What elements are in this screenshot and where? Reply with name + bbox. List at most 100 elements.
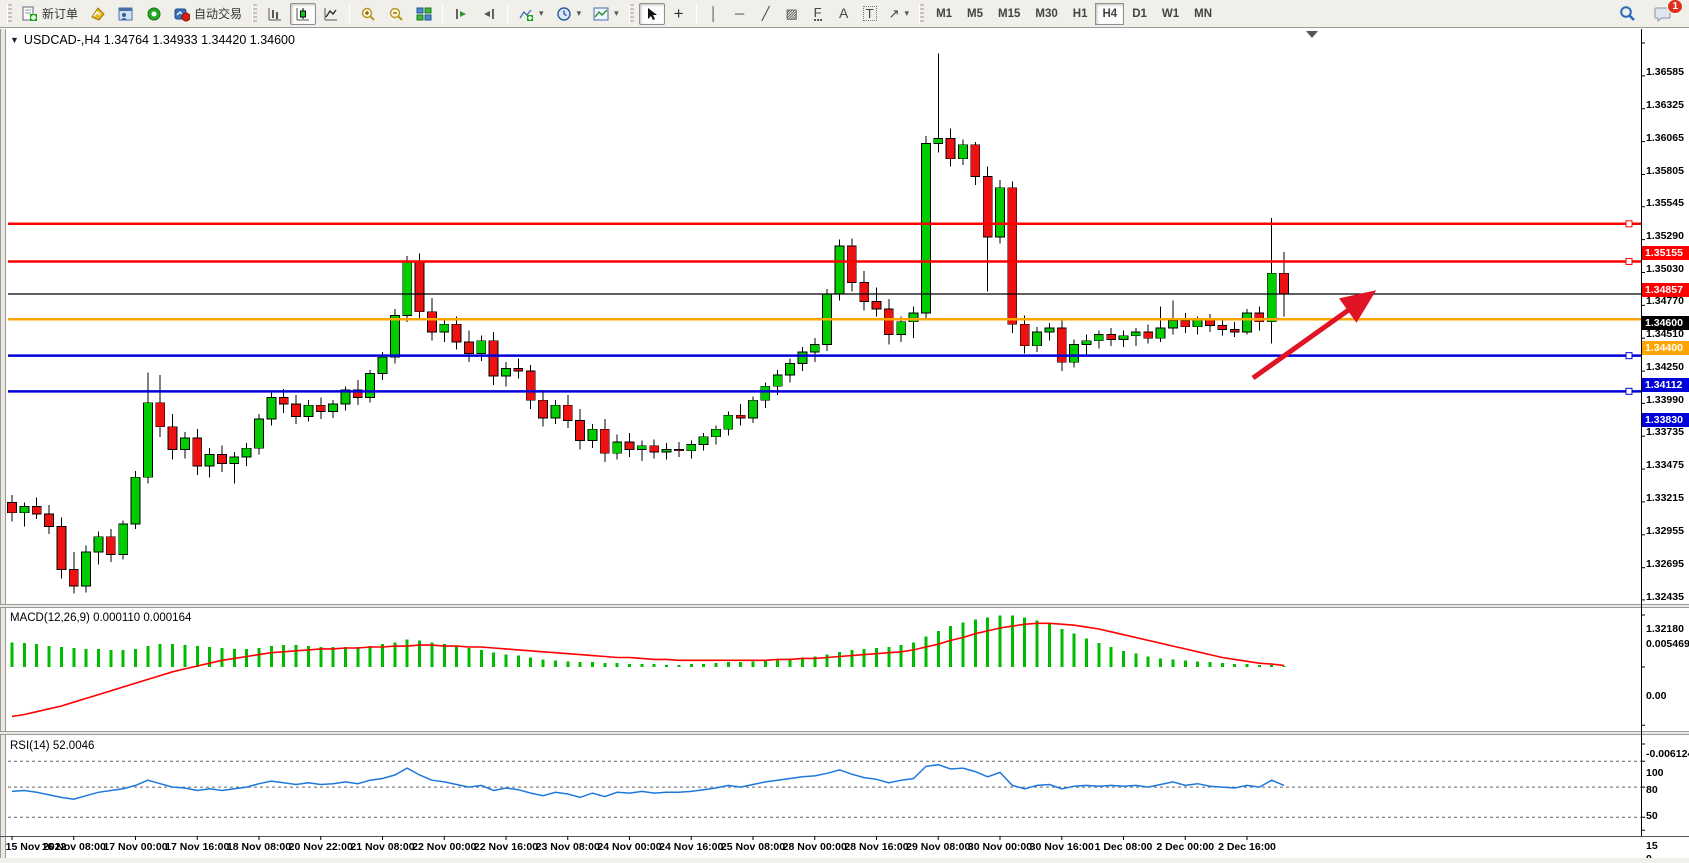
candle — [588, 429, 597, 440]
search-button[interactable] — [1614, 3, 1641, 25]
hline-anchor[interactable] — [1626, 353, 1632, 359]
macd-histogram-bar — [752, 661, 755, 667]
vertical-line-button[interactable]: │ — [702, 3, 726, 25]
chart-title-menu-icon[interactable]: ▼ — [10, 35, 19, 45]
bar-chart-button[interactable] — [262, 3, 288, 25]
zoom-in-icon — [360, 6, 376, 22]
candle — [662, 449, 671, 452]
horizontal-line-button[interactable]: ─ — [728, 3, 752, 25]
hline-anchor[interactable] — [1626, 388, 1632, 394]
price-axis-label: 1.33735 — [1646, 426, 1688, 438]
market-watch-button[interactable] — [85, 3, 111, 25]
chart-shift-button[interactable] — [476, 3, 502, 25]
macd-histogram-bar — [1011, 616, 1014, 667]
navigator-button[interactable] — [141, 3, 167, 25]
hline-anchor[interactable] — [1626, 221, 1632, 227]
candle — [1230, 329, 1239, 332]
autotrading-button[interactable]: 自动交易 — [169, 3, 247, 25]
timeframe-button-H1[interactable]: H1 — [1066, 3, 1095, 25]
toolbar-drag-handle[interactable] — [629, 4, 634, 24]
macd-histogram-bar — [826, 655, 829, 667]
fibonacci-button[interactable]: F — [806, 3, 830, 25]
toolbar-drag-handle[interactable] — [252, 4, 257, 24]
text-label-button[interactable]: T — [858, 3, 882, 25]
macd-histogram-bar — [616, 663, 619, 667]
price-axis-label: 1.35290 — [1646, 230, 1688, 242]
periods-button[interactable]: ▾ — [551, 3, 587, 25]
tile-windows-button[interactable] — [411, 3, 437, 25]
timeframe-button-MN[interactable]: MN — [1187, 3, 1219, 25]
timeframe-button-M30[interactable]: M30 — [1028, 3, 1064, 25]
macd-histogram-bar — [11, 642, 14, 667]
zoom-in-button[interactable] — [355, 3, 381, 25]
macd-histogram-bar — [999, 616, 1002, 667]
line-chart-button[interactable] — [318, 3, 344, 25]
timeframe-button-M5[interactable]: M5 — [960, 3, 990, 25]
candle — [711, 429, 720, 437]
time-axis-label: 2 Dec 00:00 — [1151, 841, 1219, 853]
arrows-button[interactable]: ↗ ▾ — [884, 3, 914, 25]
equidistant-channel-button[interactable]: ▨ — [780, 3, 804, 25]
candle — [32, 506, 41, 514]
trendline-button[interactable]: ╱ — [754, 3, 778, 25]
rsi-axis-label: 15 — [1646, 840, 1688, 852]
price-badge-1.35155: 1.35155 — [1642, 246, 1689, 260]
macd-histogram-bar — [1246, 664, 1249, 667]
macd-histogram-bar — [1036, 620, 1039, 667]
candle — [798, 352, 807, 363]
text-button[interactable]: A — [832, 3, 856, 25]
timeframe-button-M15[interactable]: M15 — [991, 3, 1027, 25]
zoom-out-button[interactable] — [383, 3, 409, 25]
macd-histogram-bar — [23, 643, 26, 667]
toolbar-drag-handle[interactable] — [7, 4, 12, 24]
candle — [94, 537, 103, 552]
auto-scroll-icon — [453, 6, 469, 22]
candlestick-chart-button[interactable] — [290, 3, 316, 25]
templates-button[interactable]: ▾ — [588, 3, 624, 25]
candle — [1082, 341, 1091, 345]
notification-count-badge: 1 — [1667, 0, 1683, 14]
chart-shift-marker-icon[interactable] — [1306, 31, 1318, 38]
timeframe-button-M1[interactable]: M1 — [929, 3, 959, 25]
price-axis-label: 1.32695 — [1646, 558, 1688, 570]
macd-histogram-bar — [282, 645, 285, 667]
timeframe-button-H4[interactable]: H4 — [1095, 3, 1124, 25]
toolbar-drag-handle[interactable] — [919, 4, 924, 24]
new-order-button[interactable]: 新订单 — [17, 3, 83, 25]
time-axis-label: 23 Nov 08:00 — [534, 841, 602, 853]
crosshair-icon: + — [674, 7, 684, 20]
macd-histogram-bar — [1085, 638, 1088, 667]
candle — [489, 341, 498, 376]
time-axis-label: 30 Nov 00:00 — [966, 841, 1034, 853]
macd-histogram-bar — [850, 650, 853, 667]
candle — [131, 477, 140, 524]
macd-histogram-bar — [727, 662, 730, 667]
candle — [600, 429, 609, 453]
macd-histogram-bar — [295, 645, 298, 667]
candle — [650, 446, 659, 452]
candle — [1156, 328, 1165, 338]
macd-axis-label: -0.006124 — [1646, 748, 1688, 760]
price-badge-1.346: 1.34600 — [1642, 316, 1689, 330]
cursor-button[interactable] — [639, 3, 665, 25]
hline-anchor[interactable] — [1626, 258, 1632, 264]
macd-histogram-bar — [134, 649, 137, 667]
timeframe-button-D1[interactable]: D1 — [1125, 3, 1154, 25]
candle — [921, 144, 930, 313]
macd-histogram-bar — [1184, 660, 1187, 667]
candle — [526, 371, 535, 400]
candle — [143, 403, 152, 478]
candlestick-chart-icon — [295, 6, 311, 22]
macd-histogram-bar — [122, 650, 125, 667]
candle — [1045, 328, 1054, 332]
auto-scroll-button[interactable] — [448, 3, 474, 25]
timeframe-button-W1[interactable]: W1 — [1155, 3, 1186, 25]
chart-canvas[interactable] — [0, 29, 1689, 863]
candle — [539, 400, 548, 418]
indicators-button[interactable]: ▾ — [513, 3, 549, 25]
data-window-button[interactable] — [113, 3, 139, 25]
notifications-button[interactable]: 1 — [1649, 3, 1677, 25]
candle — [1033, 332, 1042, 346]
crosshair-button[interactable]: + — [667, 3, 691, 25]
bar-chart-icon — [267, 6, 283, 22]
